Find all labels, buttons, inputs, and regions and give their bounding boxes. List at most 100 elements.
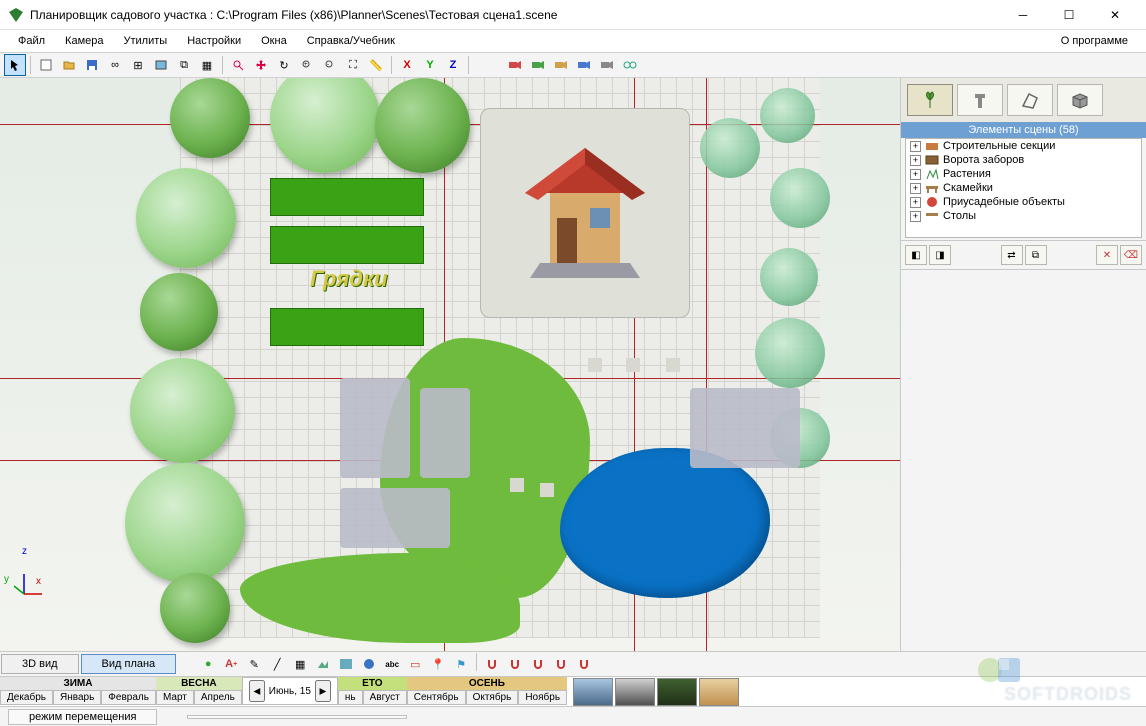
- tree-object[interactable]: [125, 463, 245, 583]
- maximize-button[interactable]: ☐: [1046, 0, 1092, 30]
- magnet2-button[interactable]: [504, 653, 526, 675]
- date-prev-button[interactable]: ◂: [249, 680, 265, 702]
- date-selector[interactable]: ◂ Июнь, 15 ▸: [242, 677, 338, 705]
- menu-utils[interactable]: Утилиты: [114, 33, 178, 49]
- swap-button[interactable]: ⇄: [1001, 245, 1023, 265]
- view-3d-button[interactable]: 3D вид: [1, 654, 79, 674]
- month-cell[interactable]: Октябрь: [466, 690, 519, 705]
- expand-icon[interactable]: +: [910, 211, 921, 222]
- tab-tools[interactable]: [957, 84, 1003, 116]
- paving-object[interactable]: [340, 378, 410, 478]
- bush-object[interactable]: [760, 248, 818, 306]
- season-autumn[interactable]: ОСЕНЬ Сентябрь Октябрь Ноябрь: [407, 677, 567, 706]
- bush-object[interactable]: [755, 318, 825, 388]
- close-button[interactable]: ✕: [1092, 0, 1138, 30]
- copy-props-button[interactable]: ⧉: [1025, 245, 1047, 265]
- month-cell[interactable]: Декабрь: [0, 690, 53, 705]
- pad-object[interactable]: [540, 483, 554, 497]
- tree-item[interactable]: +Столы: [906, 209, 1141, 223]
- tree-item[interactable]: +Приусадебные объекты: [906, 195, 1141, 209]
- line-tool[interactable]: ╱: [266, 653, 288, 675]
- season-winter[interactable]: ЗИМА Декабрь Январь Февраль: [0, 677, 156, 706]
- garden-bed[interactable]: [270, 226, 424, 264]
- magnet5-button[interactable]: [573, 653, 595, 675]
- pin-tool[interactable]: 📍: [427, 653, 449, 675]
- season-summer[interactable]: ЕТО нь Август: [338, 677, 407, 706]
- tree-object[interactable]: [140, 273, 218, 351]
- axis-y-button[interactable]: Y: [419, 54, 441, 76]
- menu-help[interactable]: Справка/Учебник: [297, 33, 405, 49]
- tab-plants[interactable]: [907, 84, 953, 116]
- new-button[interactable]: [35, 54, 57, 76]
- month-cell[interactable]: Март: [156, 690, 194, 705]
- align-left-button[interactable]: ◧: [905, 245, 927, 265]
- cam2-button[interactable]: [527, 54, 549, 76]
- open-button[interactable]: [58, 54, 80, 76]
- month-cell[interactable]: нь: [338, 690, 363, 705]
- month-cell[interactable]: Сентябрь: [407, 690, 466, 705]
- month-cell[interactable]: Апрель: [194, 690, 242, 705]
- magnet1-button[interactable]: [481, 653, 503, 675]
- menu-about[interactable]: О программе: [1051, 33, 1138, 49]
- design-canvas[interactable]: Грядки: [0, 78, 900, 651]
- tree-item[interactable]: +Строительные секции: [906, 139, 1141, 153]
- menu-settings[interactable]: Настройки: [177, 33, 251, 49]
- zoom-in-button[interactable]: +: [296, 54, 318, 76]
- tree-object[interactable]: [130, 358, 235, 463]
- render-thumb[interactable]: [657, 678, 697, 706]
- cam4-button[interactable]: [573, 54, 595, 76]
- paving-object[interactable]: [690, 388, 800, 468]
- flag-tool[interactable]: ⚑: [450, 653, 472, 675]
- menu-windows[interactable]: Окна: [251, 33, 297, 49]
- save-button[interactable]: [81, 54, 103, 76]
- garden-bed[interactable]: [270, 308, 424, 346]
- expand-icon[interactable]: +: [910, 169, 921, 180]
- expand-icon[interactable]: +: [910, 197, 921, 208]
- tab-box[interactable]: [1057, 84, 1103, 116]
- link-button[interactable]: ∞: [104, 54, 126, 76]
- tree-object[interactable]: [136, 168, 236, 268]
- measure-button[interactable]: 📏: [365, 54, 387, 76]
- expand-icon[interactable]: +: [910, 141, 921, 152]
- tree-item[interactable]: +Ворота заборов: [906, 153, 1141, 167]
- delete-button[interactable]: ✕: [1096, 245, 1118, 265]
- select-tool[interactable]: ▭: [404, 653, 426, 675]
- table-button[interactable]: ▦: [196, 54, 218, 76]
- clear-button[interactable]: ⌫: [1120, 245, 1142, 265]
- cam1-button[interactable]: [504, 54, 526, 76]
- abc-tool[interactable]: abc: [381, 653, 403, 675]
- season-spring[interactable]: ВЕСНА Март Апрель: [156, 677, 242, 706]
- expand-icon[interactable]: +: [910, 155, 921, 166]
- scene-tree[interactable]: +Строительные секции +Ворота заборов +Ра…: [905, 138, 1142, 238]
- render-thumb[interactable]: [699, 678, 739, 706]
- month-cell[interactable]: Август: [363, 690, 407, 705]
- hill-tool[interactable]: [312, 653, 334, 675]
- garden-bed[interactable]: [270, 178, 424, 216]
- month-cell[interactable]: Январь: [53, 690, 101, 705]
- tab-shape[interactable]: [1007, 84, 1053, 116]
- view-plan-button[interactable]: Вид плана: [81, 654, 177, 674]
- move-tool[interactable]: [250, 54, 272, 76]
- axis-z-button[interactable]: Z: [442, 54, 464, 76]
- cam3-button[interactable]: [550, 54, 572, 76]
- pad-object[interactable]: [510, 478, 524, 492]
- image-button[interactable]: [150, 54, 172, 76]
- globe-tool[interactable]: [358, 653, 380, 675]
- render-thumb[interactable]: [573, 678, 613, 706]
- canvas-area[interactable]: Грядки: [0, 78, 900, 651]
- light-green-tool[interactable]: ●: [197, 653, 219, 675]
- pad-object[interactable]: [666, 358, 680, 372]
- bush-object[interactable]: [770, 168, 830, 228]
- pointer-tool[interactable]: [4, 54, 26, 76]
- paving-object[interactable]: [420, 388, 470, 478]
- tree-item[interactable]: +Растения: [906, 167, 1141, 181]
- minimize-button[interactable]: ─: [1000, 0, 1046, 30]
- config-button[interactable]: ⊞: [127, 54, 149, 76]
- align-right-button[interactable]: ◨: [929, 245, 951, 265]
- fit-button[interactable]: ⛶: [342, 54, 364, 76]
- zoom-out-button[interactable]: -: [319, 54, 341, 76]
- rotate-tool[interactable]: ↻: [273, 54, 295, 76]
- axis-x-button[interactable]: X: [396, 54, 418, 76]
- house-preview[interactable]: [480, 108, 690, 318]
- bush-object[interactable]: [700, 118, 760, 178]
